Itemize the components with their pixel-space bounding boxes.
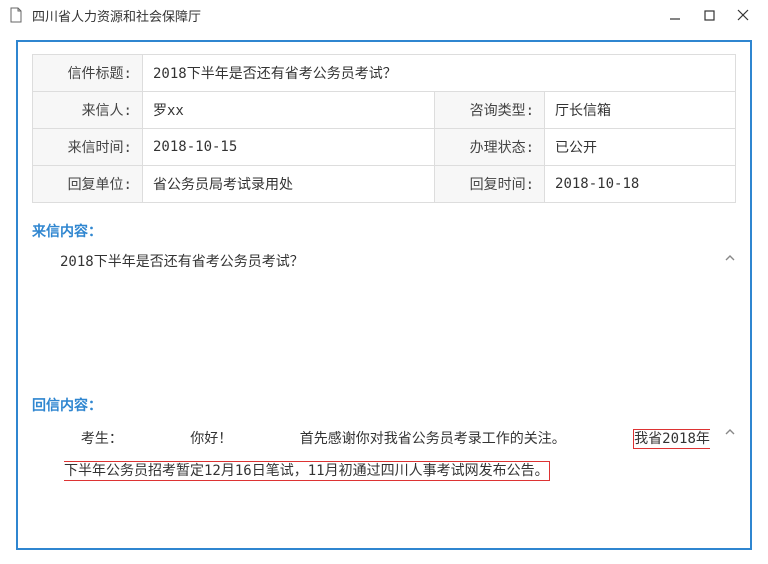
label-type: 咨询类型: bbox=[435, 92, 545, 129]
incoming-body-text: 2018下半年是否还有省考公务员考试？ bbox=[60, 254, 304, 270]
maximize-button[interactable] bbox=[692, 0, 726, 30]
value-status: 已公开 bbox=[545, 129, 736, 166]
info-table: 信件标题: 2018下半年是否还有省考公务员考试？ 来信人: 罗xx 咨询类型:… bbox=[32, 54, 736, 203]
reply-body-text: 考生： 你好！ 首先感谢你对我省公务员考录工作的关注。 我省2018年下半年公务… bbox=[60, 423, 718, 487]
reply-intro: 首先感谢你对我省公务员考录工作的关注。 bbox=[300, 431, 566, 447]
label-status: 办理状态: bbox=[435, 129, 545, 166]
reply-salutation: 考生： bbox=[81, 431, 123, 447]
scrollbar-up-icon[interactable] bbox=[724, 423, 736, 441]
window-titlebar: 四川省人力资源和社会保障厅 bbox=[0, 0, 768, 30]
close-button[interactable] bbox=[726, 0, 760, 30]
value-type: 厅长信箱 bbox=[545, 92, 736, 129]
window-title: 四川省人力资源和社会保障厅 bbox=[32, 6, 201, 25]
value-dept: 省公务员局考试录用处 bbox=[143, 166, 435, 203]
table-row: 来信人: 罗xx 咨询类型: 厅长信箱 bbox=[33, 92, 736, 129]
reply-body-area[interactable]: 考生： 你好！ 首先感谢你对我省公务员考录工作的关注。 我省2018年下半年公务… bbox=[32, 423, 736, 541]
label-dept: 回复单位: bbox=[33, 166, 143, 203]
label-reply-time: 回复时间: bbox=[435, 166, 545, 203]
reply-heading: 回信内容： bbox=[32, 395, 736, 415]
value-sent: 2018-10-15 bbox=[143, 129, 435, 166]
document-icon bbox=[8, 7, 24, 23]
table-row: 信件标题: 2018下半年是否还有省考公务员考试？ bbox=[33, 55, 736, 92]
incoming-body-area[interactable]: 2018下半年是否还有省考公务员考试？ bbox=[32, 249, 736, 377]
content-frame: 信件标题: 2018下半年是否还有省考公务员考试？ 来信人: 罗xx 咨询类型:… bbox=[16, 40, 752, 550]
value-subject: 2018下半年是否还有省考公务员考试？ bbox=[143, 55, 736, 92]
label-sent: 来信时间: bbox=[33, 129, 143, 166]
table-row: 来信时间: 2018-10-15 办理状态: 已公开 bbox=[33, 129, 736, 166]
label-sender: 来信人: bbox=[33, 92, 143, 129]
minimize-button[interactable] bbox=[658, 0, 692, 30]
reply-greet: 你好！ bbox=[190, 431, 232, 447]
value-reply-time: 2018-10-18 bbox=[545, 166, 736, 203]
label-subject: 信件标题: bbox=[33, 55, 143, 92]
value-sender: 罗xx bbox=[143, 92, 435, 129]
incoming-heading: 来信内容： bbox=[32, 221, 736, 241]
table-row: 回复单位: 省公务员局考试录用处 回复时间: 2018-10-18 bbox=[33, 166, 736, 203]
scrollbar-up-icon[interactable] bbox=[724, 249, 736, 267]
